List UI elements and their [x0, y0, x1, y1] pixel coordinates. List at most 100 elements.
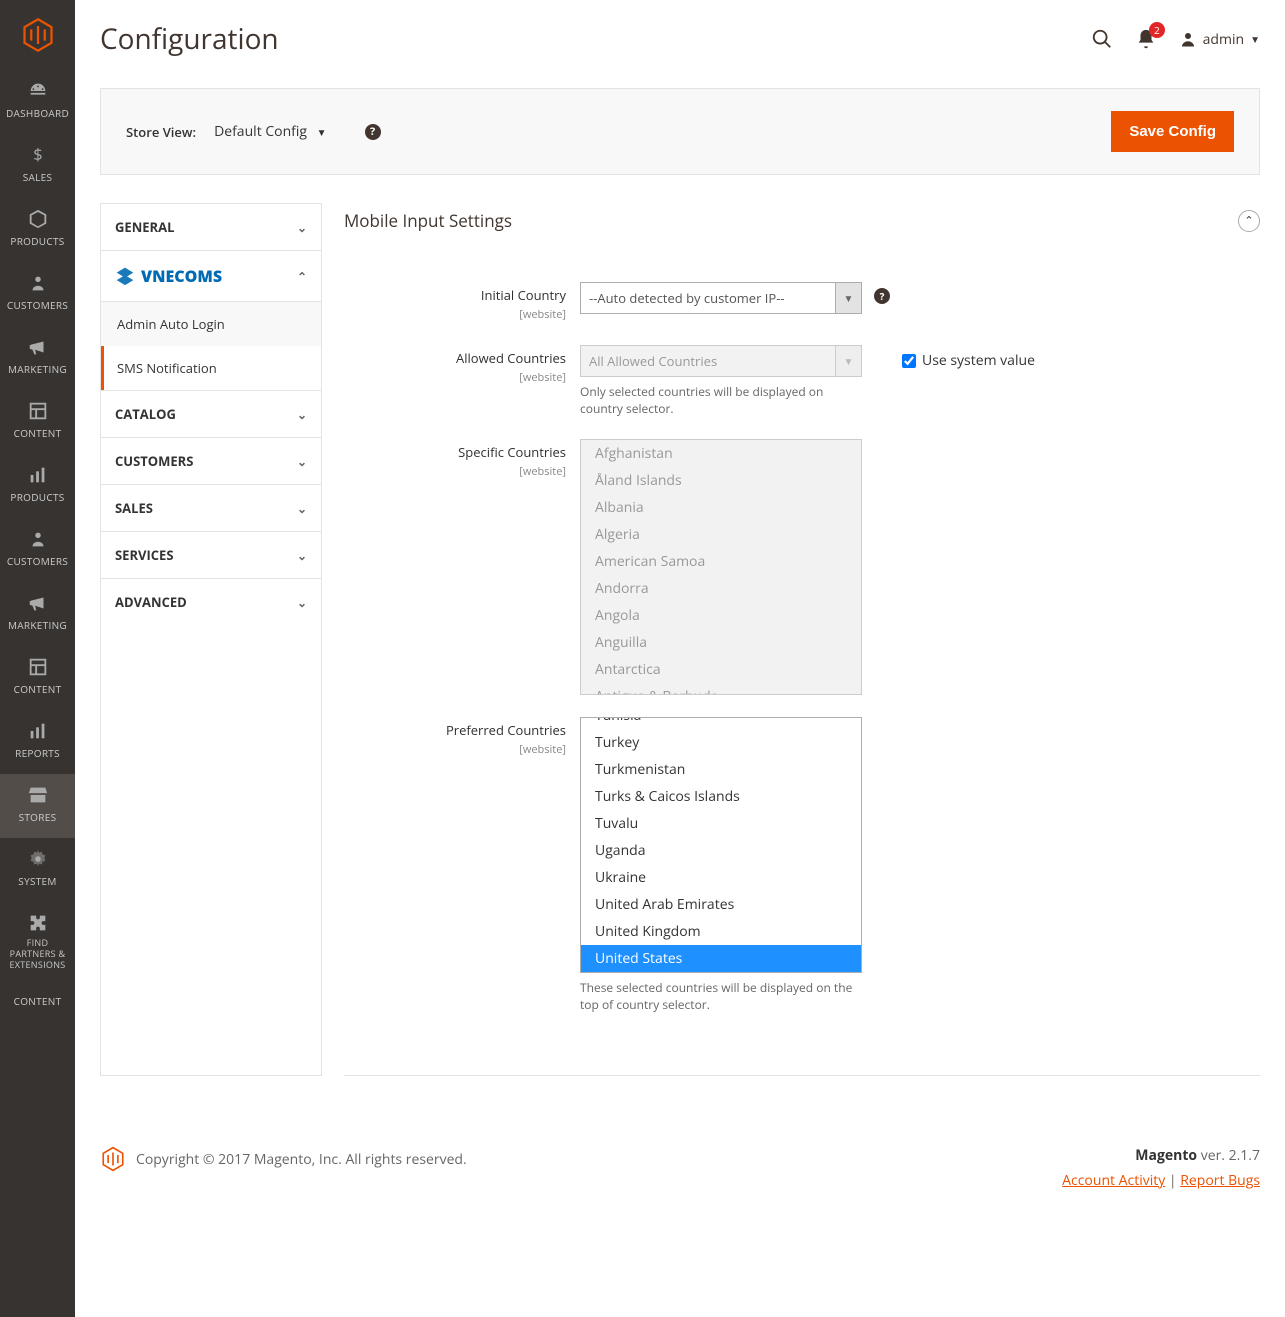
search-icon[interactable] — [1091, 28, 1113, 50]
vnecoms-logo-icon — [115, 266, 135, 286]
list-item[interactable]: Turkmenistan — [581, 756, 861, 783]
nav-products[interactable]: PRODUCTS — [0, 198, 75, 262]
collapse-icon[interactable]: ⌃ — [1238, 210, 1260, 232]
list-item[interactable]: Ukraine — [581, 864, 861, 891]
chevron-up-icon: ⌃ — [297, 268, 307, 285]
store-view-selector[interactable]: Default Config ▼ — [214, 122, 326, 141]
page-title: Configuration — [100, 20, 279, 58]
person-icon — [27, 272, 49, 294]
chevron-down-icon: ⌄ — [297, 594, 307, 611]
initial-country-label: Initial Country — [344, 286, 566, 304]
allowed-countries-select: All Allowed Countries ▼ — [580, 345, 862, 377]
list-item: American Samoa — [581, 548, 861, 575]
list-item: Afghanistan — [581, 440, 861, 467]
store-icon — [27, 784, 49, 806]
svg-text:$: $ — [33, 144, 42, 166]
chevron-down-icon: ⌄ — [297, 219, 307, 236]
footer: Copyright © 2017 Magento, Inc. All right… — [100, 1126, 1260, 1230]
preferred-countries-multiselect[interactable]: TunisiaTurkeyTurkmenistanTurks & Caicos … — [580, 717, 862, 973]
list-item[interactable]: United States — [581, 945, 861, 972]
nav-marketing-2[interactable]: MARKETING — [0, 582, 75, 646]
puzzle-icon — [27, 912, 49, 934]
chevron-down-icon: ⌄ — [297, 547, 307, 564]
nav-section-advanced[interactable]: ADVANCED⌄ — [101, 579, 321, 625]
section-head[interactable]: Mobile Input Settings ⌃ — [344, 203, 1260, 252]
list-item[interactable]: Turks & Caicos Islands — [581, 783, 861, 810]
main-content: Configuration 2 admin ▼ Store View: — [75, 0, 1285, 1317]
list-item[interactable]: Turkey — [581, 729, 861, 756]
nav-sub-admin-auto-login[interactable]: Admin Auto Login — [101, 302, 321, 346]
user-icon — [1179, 30, 1197, 48]
list-item: Antigua & Barbuda — [581, 683, 861, 695]
nav-products-2[interactable]: PRODUCTS — [0, 454, 75, 518]
bars-icon — [27, 464, 49, 486]
nav-stores[interactable]: STORES — [0, 774, 75, 838]
initial-country-select[interactable]: --Auto detected by customer IP-- ▼ — [580, 282, 862, 314]
list-item: Antarctica — [581, 656, 861, 683]
preferred-countries-hint: These selected countries will be display… — [580, 979, 862, 1013]
list-item[interactable]: United Kingdom — [581, 918, 861, 945]
list-item: Algeria — [581, 521, 861, 548]
copyright-text: Copyright © 2017 Magento, Inc. All right… — [136, 1150, 467, 1169]
preferred-countries-label: Preferred Countries — [344, 721, 566, 739]
nav-dashboard[interactable]: DASHBOARD — [0, 70, 75, 134]
nav-reports[interactable]: REPORTS — [0, 710, 75, 774]
magento-logo[interactable] — [0, 0, 75, 70]
nav-sub-sms-notification[interactable]: SMS Notification — [101, 346, 321, 390]
bell-icon[interactable]: 2 — [1135, 28, 1157, 50]
nav-section-customers[interactable]: CUSTOMERS⌄ — [101, 438, 321, 485]
help-icon[interactable]: ? — [365, 124, 381, 140]
magento-icon — [100, 1146, 126, 1172]
caret-down-icon: ▼ — [835, 346, 861, 376]
specific-countries-label: Specific Countries — [344, 443, 566, 461]
gear-icon — [27, 848, 49, 870]
account-activity-link[interactable]: Account Activity — [1062, 1171, 1165, 1190]
nav-section-vnecoms[interactable]: VNECOMS ⌃ Admin Auto Login SMS Notificat… — [101, 251, 321, 391]
nav-section-sales[interactable]: SALES⌄ — [101, 485, 321, 532]
list-item[interactable]: Tuvalu — [581, 810, 861, 837]
caret-down-icon: ▼ — [835, 283, 861, 313]
nav-customers[interactable]: CUSTOMERS — [0, 262, 75, 326]
layout-icon — [27, 656, 49, 678]
nav-section-general[interactable]: GENERAL⌄ — [101, 204, 321, 251]
megaphone-icon — [27, 592, 49, 614]
list-item[interactable]: United Arab Emirates — [581, 891, 861, 918]
cube-icon — [27, 208, 49, 230]
notification-badge: 2 — [1149, 22, 1165, 38]
nav-content-3[interactable]: CONTENT — [0, 984, 75, 1022]
nav-content-2[interactable]: CONTENT — [0, 646, 75, 710]
nav-section-catalog[interactable]: CATALOG⌄ — [101, 391, 321, 438]
help-icon[interactable]: ? — [874, 288, 890, 304]
chevron-down-icon: ⌄ — [297, 406, 307, 423]
list-item: Angola — [581, 602, 861, 629]
nav-system[interactable]: SYSTEM — [0, 838, 75, 902]
nav-customers-2[interactable]: CUSTOMERS — [0, 518, 75, 582]
nav-sales[interactable]: $ SALES — [0, 134, 75, 198]
report-bugs-link[interactable]: Report Bugs — [1180, 1171, 1260, 1190]
caret-down-icon: ▼ — [317, 125, 327, 139]
list-item: Andorra — [581, 575, 861, 602]
nav-marketing[interactable]: MARKETING — [0, 326, 75, 390]
admin-user-menu[interactable]: admin ▼ — [1179, 30, 1260, 49]
list-item: Åland Islands — [581, 467, 861, 494]
dollar-icon: $ — [27, 144, 49, 166]
allowed-countries-label: Allowed Countries — [344, 349, 566, 367]
gauge-icon — [27, 80, 49, 102]
megaphone-icon — [27, 336, 49, 358]
list-item: Albania — [581, 494, 861, 521]
list-item[interactable]: Tunisia — [581, 717, 861, 729]
layout-icon — [27, 400, 49, 422]
store-view-label: Store View: — [126, 123, 196, 141]
list-item[interactable]: Uganda — [581, 837, 861, 864]
caret-down-icon: ▼ — [1250, 32, 1260, 46]
nav-section-services[interactable]: SERVICES⌄ — [101, 532, 321, 579]
use-system-value-checkbox[interactable]: Use system value — [902, 351, 1035, 370]
nav-find-partners[interactable]: FIND PARTNERS & EXTENSIONS — [0, 902, 75, 984]
save-config-button[interactable]: Save Config — [1111, 111, 1234, 152]
list-item: Anguilla — [581, 629, 861, 656]
nav-content[interactable]: CONTENT — [0, 390, 75, 454]
person-icon — [27, 528, 49, 550]
chevron-down-icon: ⌄ — [297, 500, 307, 517]
toolbar: Store View: Default Config ▼ ? Save Conf… — [100, 88, 1260, 175]
allowed-countries-hint: Only selected countries will be displaye… — [580, 383, 862, 417]
